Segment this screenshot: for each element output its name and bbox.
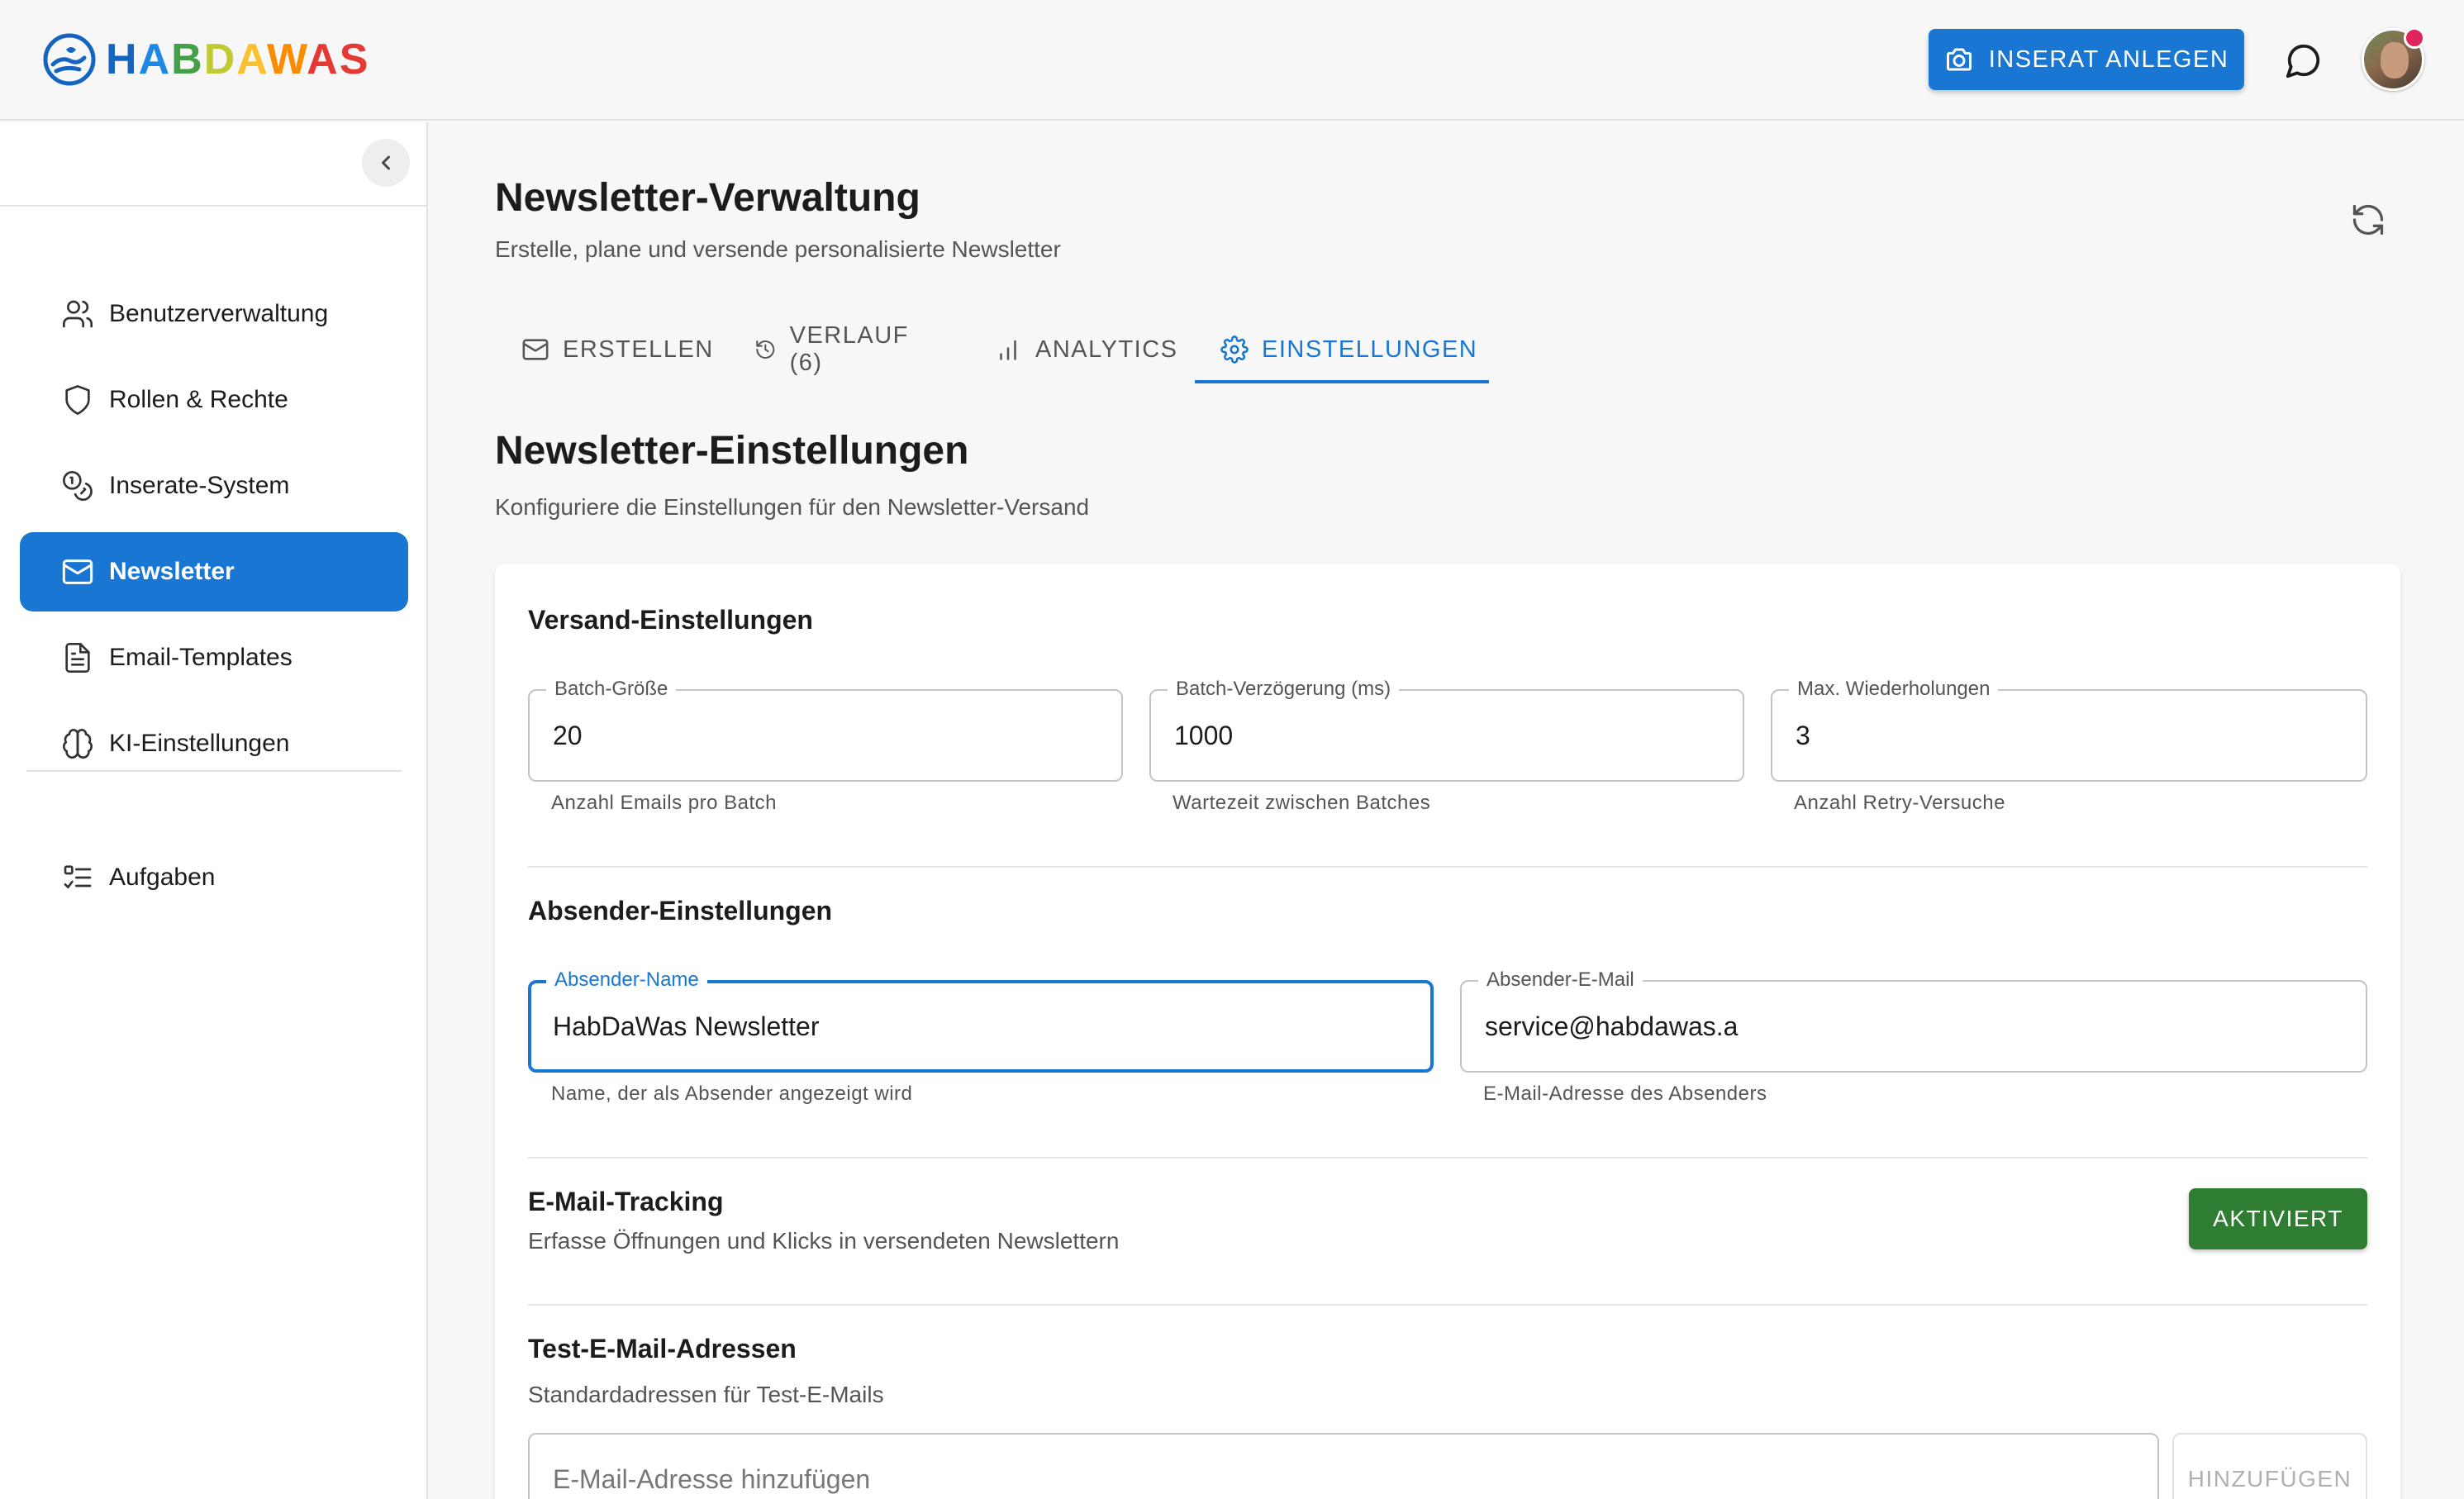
- bar-chart-icon: [1000, 340, 1016, 360]
- field-label: Max. Wiederholungen: [1789, 677, 1999, 702]
- absender-title: Absender-Einstellungen: [528, 896, 833, 926]
- sidebar-divider: [0, 205, 426, 207]
- document-icon: [65, 643, 90, 673]
- sidebar-item-label: KI-Einstellungen: [109, 730, 290, 757]
- sidebar-item-benutzerverwaltung[interactable]: Benutzerverwaltung: [20, 274, 408, 354]
- coins-icon: [63, 471, 93, 501]
- notification-badge: [2404, 27, 2425, 49]
- field-helper: Anzahl Retry-Versuche: [1794, 792, 2005, 814]
- tab-label: ANALYTICS: [1035, 335, 1178, 363]
- avatar-face: [2381, 42, 2409, 79]
- brain-icon: [63, 729, 93, 759]
- batch-size-field[interactable]: Batch-Größe 20: [528, 677, 1123, 782]
- field-label: Absender-Name: [546, 968, 707, 992]
- sidebar-item-label: Benutzerverwaltung: [109, 300, 329, 327]
- tracking-toggle-button[interactable]: AKTIVIERT: [2189, 1188, 2367, 1249]
- tab-label: VERLAUF (6): [789, 322, 909, 376]
- brand-letter: S: [339, 36, 370, 83]
- field-value: 3: [1796, 721, 1810, 750]
- sender-name-field[interactable]: Absender-Name HabDaWas Newsletter: [528, 968, 1434, 1073]
- versand-title: Versand-Einstellungen: [528, 605, 813, 635]
- sidebar-item-label: Inserate-System: [109, 472, 290, 499]
- sidebar-item-label: Rollen & Rechte: [109, 386, 288, 413]
- camera-icon: [1946, 48, 1972, 71]
- logo[interactable]: HABDAWAS: [41, 31, 369, 88]
- sidebar: Benutzerverwaltung Rollen & Rechte Inser…: [0, 122, 428, 1499]
- section-divider: [528, 1157, 2367, 1159]
- max-retries-field[interactable]: Max. Wiederholungen 3: [1771, 677, 2367, 782]
- page-title: Newsletter-Verwaltung: [495, 176, 920, 220]
- tracking-description: Erfasse Öffnungen und Klicks in versende…: [528, 1228, 1120, 1254]
- users-icon: [63, 300, 93, 328]
- page-subtitle: Erstelle, plane und versende personalisi…: [495, 236, 1061, 262]
- settings-title: Newsletter-Einstellungen: [495, 429, 969, 473]
- test-emails-description: Standardadressen für Test-E-Mails: [528, 1382, 884, 1407]
- field-helper: E-Mail-Adresse des Absenders: [1483, 1083, 1767, 1105]
- sender-email-field[interactable]: Absender-E-Mail service@habdawas.a: [1460, 968, 2367, 1073]
- hand-heart-logo-icon: [43, 33, 96, 86]
- user-avatar[interactable]: [2362, 27, 2425, 91]
- tracking-title: E-Mail-Tracking: [528, 1187, 724, 1216]
- field-label: Batch-Größe: [546, 677, 677, 702]
- field-label: Batch-Verzögerung (ms): [1168, 677, 1400, 702]
- settings-subtitle: Konfiguriere die Einstellungen für den N…: [495, 494, 1090, 520]
- sidebar-item-aufgaben[interactable]: Aufgaben: [20, 838, 408, 917]
- tab-einstellungen[interactable]: EINSTELLUNGEN: [1220, 314, 1477, 385]
- chat-icon[interactable]: [2285, 41, 2323, 79]
- field-value: 1000: [1174, 721, 1234, 750]
- sidebar-item-label: Newsletter: [109, 558, 235, 585]
- tab-erstellen[interactable]: ERSTELLEN: [521, 314, 714, 385]
- mail-icon: [522, 339, 549, 360]
- brand-name: HABDAWAS: [106, 31, 369, 88]
- sidebar-item-label: Email-Templates: [109, 644, 293, 671]
- active-tab-indicator: [1195, 380, 1489, 383]
- brand-letter: A: [236, 36, 267, 83]
- tab-analytics[interactable]: ANALYTICS: [994, 314, 1178, 385]
- field-helper: Anzahl Emails pro Batch: [551, 792, 777, 814]
- batch-delay-field[interactable]: Batch-Verzögerung (ms) 1000: [1149, 677, 1744, 782]
- field-value: service@habdawas.a: [1485, 1011, 1739, 1041]
- create-listing-button[interactable]: INSERAT ANLEGEN: [1929, 29, 2244, 90]
- brand-letter: W: [266, 36, 307, 83]
- field-helper: Name, der als Absender angezeigt wird: [551, 1083, 913, 1105]
- sidebar-divider: [26, 770, 402, 772]
- checklist-icon: [64, 865, 92, 888]
- brand-letter: A: [138, 36, 172, 83]
- tab-verlauf[interactable]: VERLAUF (6): [754, 314, 915, 385]
- refresh-icon[interactable]: [2350, 202, 2386, 238]
- brand-letter: D: [203, 36, 237, 83]
- field-helper: Wartezeit zwischen Batches: [1173, 792, 1431, 814]
- mail-icon: [62, 559, 93, 584]
- section-divider: [528, 1304, 2367, 1306]
- sidebar-item-inserate-system[interactable]: Inserate-System: [20, 446, 408, 526]
- input-placeholder: E-Mail-Adresse hinzufügen: [553, 1464, 871, 1494]
- brand-letter: A: [307, 36, 340, 83]
- add-test-email-button[interactable]: HINZUFÜGEN: [2172, 1433, 2367, 1499]
- shield-icon: [65, 385, 90, 415]
- brand-letter: B: [171, 36, 204, 83]
- history-icon: [756, 340, 775, 359]
- field-value: HabDaWas Newsletter: [553, 1011, 820, 1041]
- test-emails-title: Test-E-Mail-Adressen: [528, 1334, 797, 1363]
- sidebar-item-rollen-rechte[interactable]: Rollen & Rechte: [20, 360, 408, 440]
- settings-card: Versand-Einstellungen Batch-Größe 20 Anz…: [495, 564, 2400, 1499]
- tab-label: EINSTELLUNGEN: [1262, 335, 1478, 363]
- gear-icon: [1220, 335, 1249, 364]
- field-value: 20: [553, 721, 583, 750]
- sidebar-item-newsletter[interactable]: Newsletter: [20, 532, 408, 611]
- sidebar-item-label: Aufgaben: [109, 864, 216, 891]
- test-email-input[interactable]: E-Mail-Adresse hinzufügen: [528, 1433, 2159, 1499]
- tab-label: ERSTELLEN: [563, 335, 714, 363]
- section-divider: [528, 866, 2367, 868]
- app-header: HABDAWAS INSERAT ANLEGEN: [0, 0, 2464, 121]
- chevron-left-icon: [382, 155, 390, 170]
- field-label: Absender-E-Mail: [1478, 968, 1643, 992]
- create-listing-label: INSERAT ANLEGEN: [1988, 45, 2229, 73]
- collapse-sidebar-button[interactable]: [362, 139, 410, 187]
- brand-letter: H: [106, 36, 139, 83]
- sidebar-item-email-templates[interactable]: Email-Templates: [20, 618, 408, 697]
